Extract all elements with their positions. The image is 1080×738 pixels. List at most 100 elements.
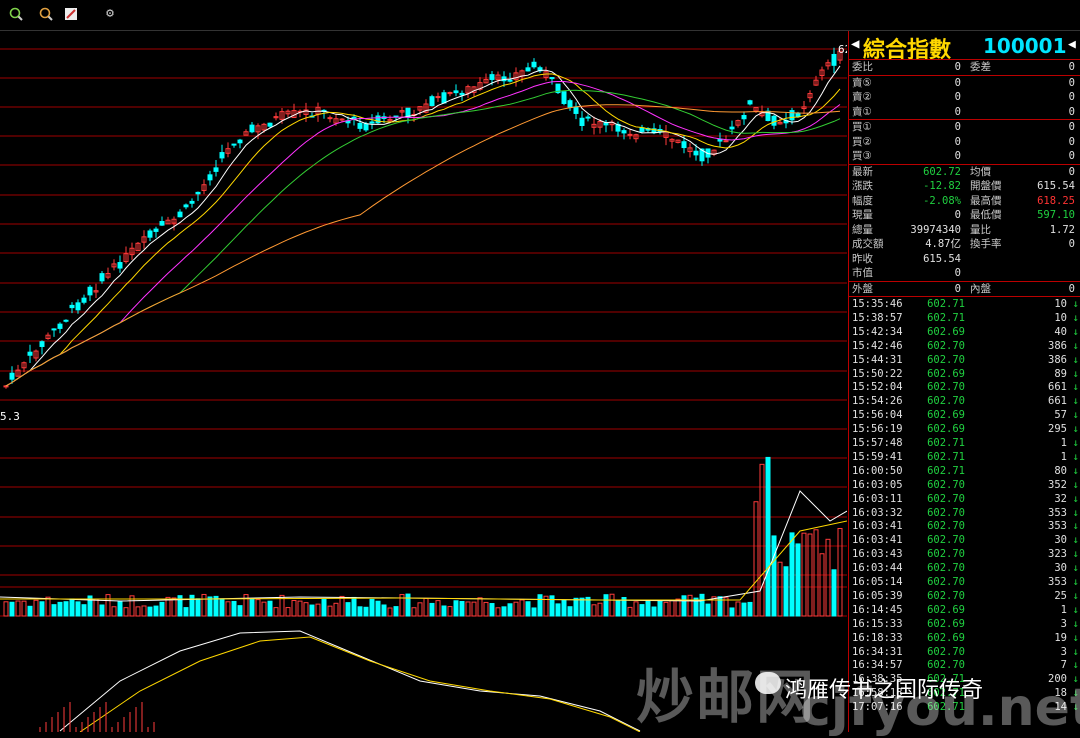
candle-body xyxy=(51,328,57,331)
tick-row: 16:34:57 602.70 7 ↓ xyxy=(849,658,1080,672)
volume-bar xyxy=(363,606,369,617)
volume-bar xyxy=(639,604,645,617)
tick-row: 16:05:39 602.70 25 ↓ xyxy=(849,589,1080,603)
volume-bar xyxy=(339,595,345,617)
candle-body xyxy=(159,221,165,226)
volume-bar xyxy=(39,601,45,617)
tick-time: 15:57:48 xyxy=(852,437,903,449)
label: 最高價 xyxy=(970,194,1002,207)
volume-bar xyxy=(273,607,279,617)
candle-body xyxy=(3,385,9,388)
volume-ma10-line xyxy=(0,520,847,601)
volume-bar xyxy=(729,607,735,617)
draw-icon[interactable] xyxy=(64,7,78,21)
tick-volume: 32 xyxy=(1054,492,1067,505)
prev-arrow-icon[interactable]: ◀ xyxy=(851,36,859,52)
candle-body xyxy=(525,67,531,72)
volume-bar xyxy=(291,599,297,617)
tick-row: 15:44:31 602.70 386 ↓ xyxy=(849,353,1080,367)
tick-time: 15:56:19 xyxy=(852,423,903,436)
volume-bar xyxy=(99,604,105,617)
down-arrow-icon: ↓ xyxy=(1072,548,1079,561)
low-price-label: 5.3 xyxy=(0,410,20,423)
next-arrow-icon[interactable]: ◀ xyxy=(1068,37,1076,52)
tick-time: 16:03:32 xyxy=(852,506,903,519)
tick-volume: 3 xyxy=(1060,645,1067,658)
zoom-out-icon[interactable] xyxy=(39,7,53,21)
volume-bar xyxy=(357,606,363,617)
candle-body xyxy=(39,341,45,347)
volume-bar xyxy=(261,601,267,617)
tick-volume: 7 xyxy=(1060,659,1067,672)
tick-time: 16:05:39 xyxy=(852,589,903,602)
volume-bar xyxy=(465,601,471,617)
volume-bar xyxy=(429,602,435,617)
volume-bar xyxy=(663,601,669,617)
kline-chart[interactable]: 625. 5.3 xyxy=(0,31,847,732)
indicator-dif-line xyxy=(59,630,641,732)
volume-bar xyxy=(669,600,675,617)
tick-price: 602.69 xyxy=(927,367,965,380)
tick-volume: 386 xyxy=(1048,353,1067,366)
value: 0 xyxy=(954,282,961,295)
volume-bar xyxy=(489,603,495,617)
tick-volume: 661 xyxy=(1048,395,1067,408)
candle-body xyxy=(339,118,345,121)
volume-bar xyxy=(153,605,159,617)
down-arrow-icon: ↓ xyxy=(1072,589,1079,602)
tick-price: 602.69 xyxy=(927,409,965,422)
volume-bar xyxy=(813,529,819,617)
volume-bar xyxy=(345,602,351,617)
tick-row: 15:59:41 602.71 1 ↓ xyxy=(849,450,1080,464)
label: 現量 xyxy=(852,209,873,221)
value: -12.82 xyxy=(923,180,961,192)
label: 內盤 xyxy=(970,282,991,295)
candle-body xyxy=(795,112,801,118)
volume-bar xyxy=(825,538,831,617)
label: 賣② xyxy=(852,91,872,103)
volume-bar xyxy=(63,601,69,617)
candle-body xyxy=(363,123,369,131)
down-arrow-icon: ↓ xyxy=(1072,311,1079,324)
tick-row: 16:03:44 602.70 30 ↓ xyxy=(849,561,1080,575)
volume-bar xyxy=(51,604,57,617)
tick-volume: 1 xyxy=(1060,437,1067,449)
candle-body xyxy=(831,53,837,66)
candle-body xyxy=(207,174,213,181)
candle-body xyxy=(27,351,33,356)
tick-volume: 386 xyxy=(1048,339,1067,352)
toolbar: ⚙ xyxy=(0,0,1080,31)
volume-bar xyxy=(615,599,621,617)
tick-time: 15:42:46 xyxy=(852,339,903,352)
tick-row: 16:00:50 602.71 80 ↓ xyxy=(849,464,1080,478)
gear-icon[interactable]: ⚙ xyxy=(103,7,117,21)
order-ratio-row: 委比 0 委差 0 xyxy=(849,60,1080,74)
candle-body xyxy=(213,167,219,172)
value: 0 xyxy=(1068,282,1075,295)
tick-price: 602.71 xyxy=(927,298,965,310)
volume-bar xyxy=(837,527,843,617)
quote-row: 成交額 4.87亿 換手率 0 xyxy=(849,237,1080,251)
volume-bar xyxy=(93,598,99,617)
volume-bar xyxy=(471,601,477,617)
volume-bar xyxy=(495,607,501,617)
zoom-in-icon[interactable] xyxy=(9,7,23,21)
candle-body xyxy=(183,204,189,208)
tick-volume: 661 xyxy=(1048,381,1067,394)
tick-volume: 353 xyxy=(1048,520,1067,533)
tick-row: 15:38:57 602.71 10 ↓ xyxy=(849,311,1080,325)
candle-body xyxy=(63,319,69,322)
high-price-label: 625. xyxy=(838,43,847,56)
candle-body xyxy=(621,130,627,134)
tick-price: 602.70 xyxy=(927,548,965,561)
ma5-line xyxy=(5,65,841,387)
down-arrow-icon: ↓ xyxy=(1072,381,1079,394)
volume-bar xyxy=(603,594,609,617)
sell-row: 賣⑤ 0 0 xyxy=(849,76,1080,90)
price: 0 xyxy=(954,105,961,118)
down-arrow-icon: ↓ xyxy=(1072,603,1079,616)
volume-bar xyxy=(627,606,633,617)
tick-row: 16:14:45 602.69 1 ↓ xyxy=(849,603,1080,617)
volume-bar xyxy=(645,600,651,617)
candle-body xyxy=(189,200,195,204)
